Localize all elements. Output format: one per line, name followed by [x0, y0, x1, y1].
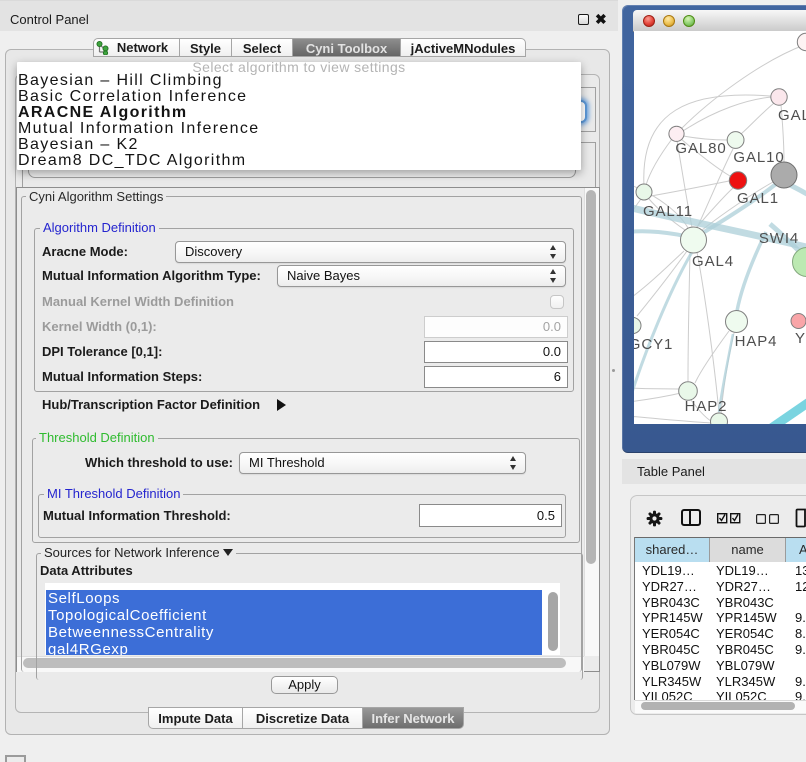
svg-text:YKL1: YKL1 — [795, 330, 806, 347]
svg-text:GCY1: GCY1 — [634, 336, 673, 353]
svg-text:GAL10: GAL10 — [733, 149, 784, 166]
svg-text:GAL4: GAL4 — [692, 253, 734, 270]
svg-text:HAP2: HAP2 — [685, 398, 728, 415]
svg-text:SWI4: SWI4 — [759, 230, 799, 247]
svg-text:GAL80: GAL80 — [675, 140, 726, 157]
svg-text:GAL1: GAL1 — [737, 190, 779, 207]
svg-text:GAL11: GAL11 — [643, 203, 693, 220]
svg-text:HAP4: HAP4 — [735, 333, 778, 350]
svg-text:GAL2: GAL2 — [778, 107, 806, 124]
